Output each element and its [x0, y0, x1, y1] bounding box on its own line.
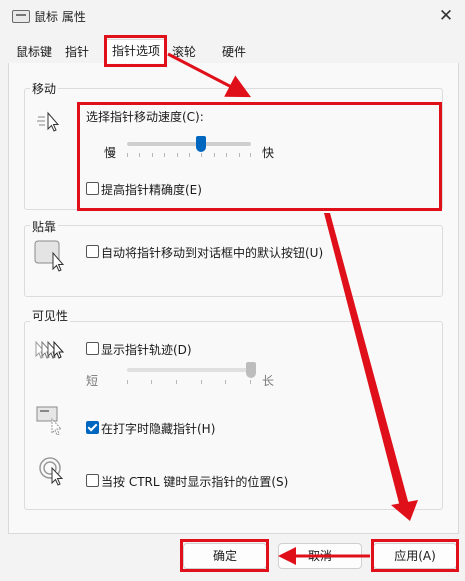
tab-wheel[interactable]: 滚轮 — [166, 41, 202, 63]
hide-while-typing-label: 在打字时隐藏指针(H) — [101, 422, 216, 436]
annotation-box-apply — [371, 539, 459, 572]
tab-pointers[interactable]: 指针 — [60, 41, 94, 63]
show-location-icon — [39, 457, 64, 486]
cancel-button[interactable]: 取消 — [278, 543, 362, 569]
snap-to-default-checkbox[interactable] — [86, 245, 99, 258]
tab-hardware[interactable]: 硬件 — [214, 41, 254, 63]
mouse-properties-icon — [12, 10, 30, 23]
pointer-trails-icon — [35, 340, 65, 359]
pointer-trails-checkbox[interactable] — [86, 342, 99, 355]
close-icon[interactable]: ✕ — [432, 4, 460, 28]
show-location-ctrl-checkbox[interactable] — [86, 474, 99, 487]
trail-long-label: 长 — [262, 374, 275, 388]
snap-to-default-label: 自动将指针移动到对话框中的默认按钮(U) — [101, 246, 324, 260]
hide-while-typing-checkbox[interactable] — [86, 421, 99, 434]
hide-while-typing-icon — [36, 406, 63, 435]
snap-group — [24, 225, 443, 297]
tab-buttons[interactable]: 鼠标键 — [10, 41, 58, 63]
snap-to-icon — [34, 240, 65, 272]
trail-length-slider-ticks — [127, 380, 251, 384]
motion-group-title: 移动 — [30, 80, 59, 97]
trail-short-label: 短 — [86, 374, 99, 388]
show-location-ctrl-label: 当按 CTRL 键时显示指针的位置(S) — [101, 475, 289, 489]
trail-length-slider-track[interactable] — [127, 368, 251, 372]
snap-group-title: 贴靠 — [30, 218, 59, 235]
pointer-speed-icon — [37, 111, 60, 132]
window-title: 鼠标 属性 — [34, 10, 86, 24]
annotation-box-ok — [180, 539, 269, 572]
annotation-box-tab — [104, 35, 167, 67]
visibility-group-title: 可见性 — [30, 307, 71, 324]
pointer-trails-label: 显示指针轨迹(D) — [101, 343, 192, 357]
trail-length-slider-thumb[interactable] — [246, 362, 256, 378]
annotation-box-motion — [77, 102, 442, 211]
